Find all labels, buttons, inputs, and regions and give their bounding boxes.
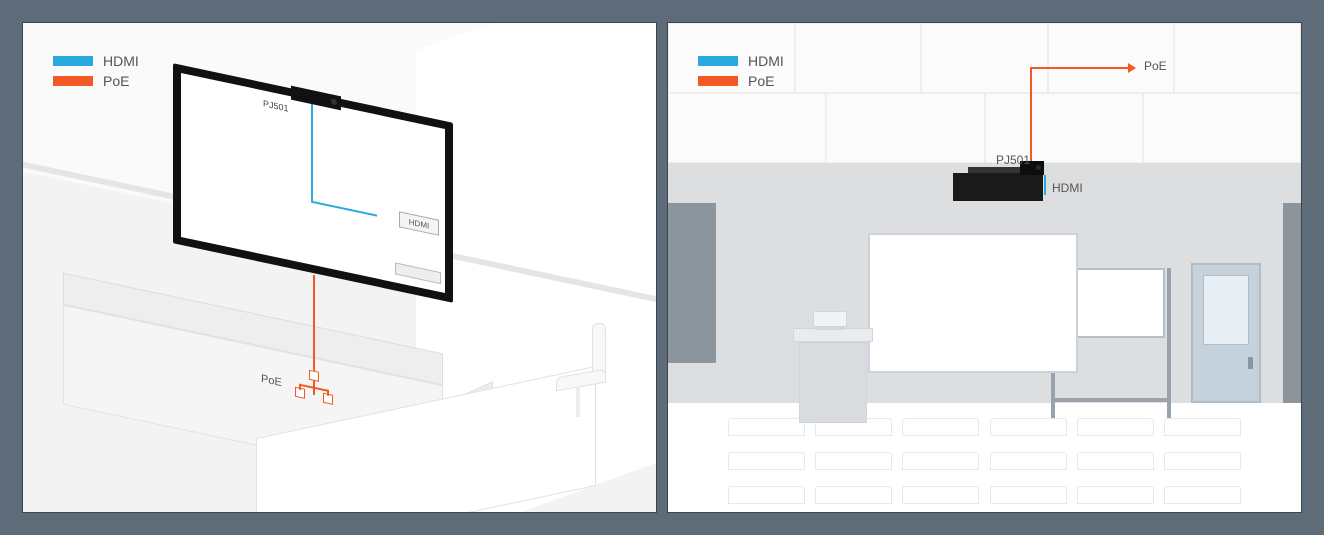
legend-row-poe: PoE — [53, 73, 139, 89]
podium-icon — [793, 328, 873, 423]
door-handle — [1248, 357, 1253, 369]
poe-cable-v — [1030, 67, 1032, 163]
poe-node-line-l — [299, 384, 301, 390]
ceiling-tile — [795, 23, 922, 93]
desk-icon — [1077, 418, 1154, 436]
legend-label-poe: PoE — [103, 73, 129, 89]
door-window — [1203, 275, 1249, 345]
desk-icon — [1164, 452, 1241, 470]
desk-icon — [902, 486, 979, 504]
desk-icon — [1077, 452, 1154, 470]
panel-classroom: HDMI PoE — [667, 22, 1302, 513]
desk-icon — [990, 486, 1067, 504]
desk-icon — [815, 452, 892, 470]
desk-icon — [1077, 486, 1154, 504]
desk-icon — [902, 418, 979, 436]
laptop-icon — [813, 311, 847, 331]
legend-label-poe: PoE — [748, 73, 774, 89]
ceiling-tile — [921, 23, 1048, 93]
laptop-lid — [813, 311, 847, 327]
whiteboard-base-bar — [1051, 398, 1171, 402]
desk-row — [728, 486, 1241, 510]
chair-leg — [576, 387, 580, 417]
student-desks — [728, 418, 1241, 512]
desk-icon — [1164, 486, 1241, 504]
panel-meeting-room: HDMI PoE HDMI — [22, 22, 657, 513]
door-icon — [1191, 263, 1261, 403]
desk-icon — [728, 452, 805, 470]
pj501-label: PJ501 — [996, 153, 1030, 167]
legend: HDMI PoE — [698, 53, 784, 93]
projection-screen — [868, 233, 1078, 373]
podium-body — [799, 342, 867, 423]
desk-icon — [902, 452, 979, 470]
poe-node-line-r — [327, 390, 329, 396]
ceiling-tile — [1174, 23, 1301, 93]
ceiling-tile — [1048, 23, 1175, 93]
legend-row-poe: PoE — [698, 73, 784, 89]
ceiling-tile — [668, 93, 826, 163]
projector-icon — [953, 173, 1043, 201]
desk-icon — [728, 486, 805, 504]
legend-swatch-poe — [698, 76, 738, 86]
ceiling — [668, 23, 1301, 163]
legend-row-hdmi: HDMI — [53, 53, 139, 69]
desk-icon — [990, 418, 1067, 436]
legend: HDMI PoE — [53, 53, 139, 93]
ceiling-tile — [826, 93, 984, 163]
legend-swatch-poe — [53, 76, 93, 86]
side-pillar-right — [1283, 203, 1301, 403]
legend-swatch-hdmi — [53, 56, 93, 66]
hdmi-label: HDMI — [1052, 181, 1083, 195]
poe-label: PoE — [1144, 59, 1167, 73]
poe-cable-h — [1030, 67, 1130, 69]
poe-arrow-icon — [1128, 63, 1136, 73]
legend-label-hdmi: HDMI — [748, 53, 784, 69]
ceiling-tile — [1143, 93, 1301, 163]
legend-swatch-hdmi — [698, 56, 738, 66]
laptop-base — [815, 327, 845, 330]
desk-icon — [1164, 418, 1241, 436]
desk-icon — [815, 486, 892, 504]
whiteboard-leg-right — [1167, 268, 1171, 418]
chair-icon — [556, 313, 626, 433]
hdmi-port-text: HDMI — [409, 217, 429, 230]
legend-row-hdmi: HDMI — [698, 53, 784, 69]
hdmi-cable-v — [311, 101, 313, 201]
hdmi-cable — [1044, 175, 1046, 195]
desk-row — [728, 452, 1241, 476]
side-pillar-left — [668, 203, 716, 363]
diagram-container: HDMI PoE HDMI — [0, 0, 1324, 535]
desk-icon — [990, 452, 1067, 470]
legend-label-hdmi: HDMI — [103, 53, 139, 69]
chair-seat — [556, 369, 606, 392]
